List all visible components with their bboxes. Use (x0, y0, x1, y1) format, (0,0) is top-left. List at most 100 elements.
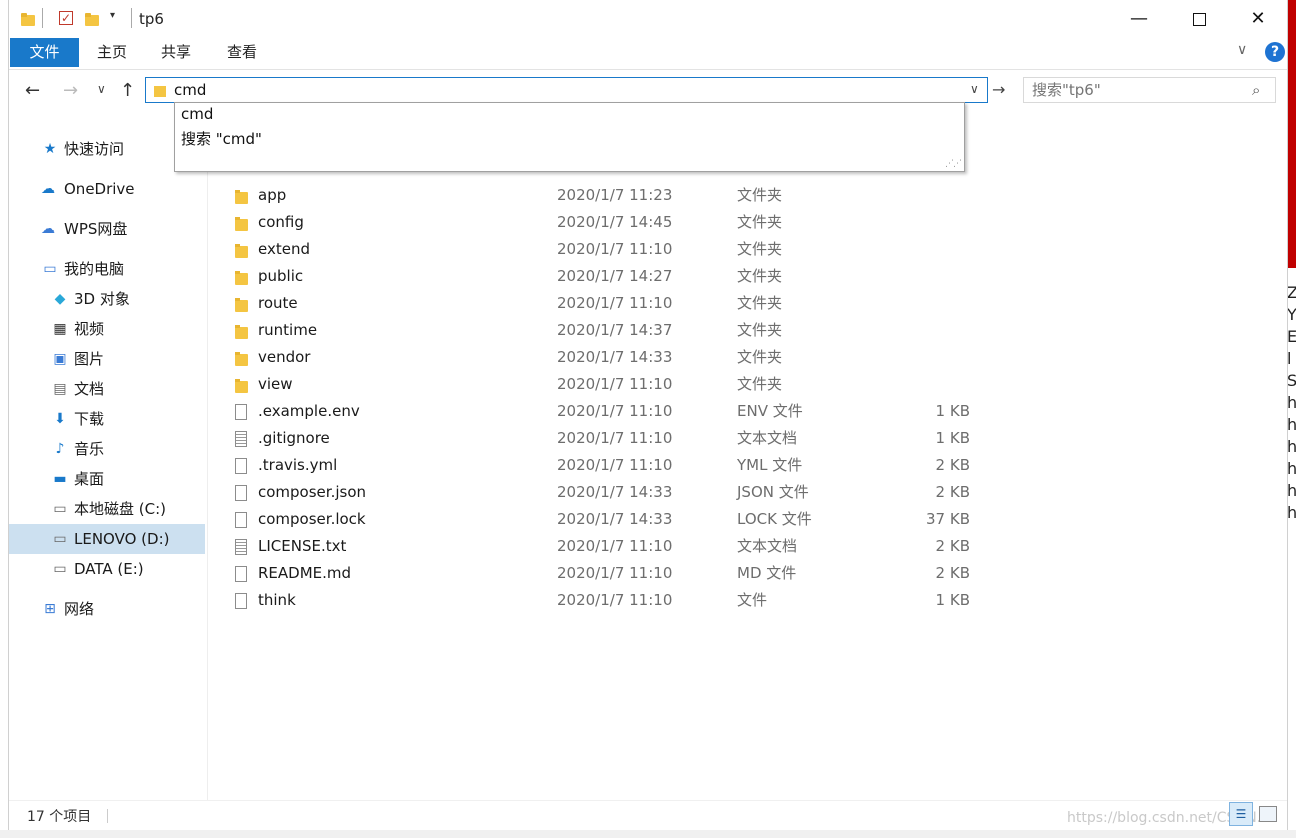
quick-access-separator (131, 8, 132, 28)
sidebar-item-this-pc[interactable]: ▭ 我的电脑 (9, 254, 205, 284)
search-box[interactable]: ⌕ (1023, 77, 1276, 103)
file-name: .example.env (258, 402, 360, 420)
autocomplete-item[interactable]: cmd (181, 105, 213, 123)
back-arrow-icon[interactable]: ← (25, 80, 40, 101)
file-row[interactable]: .gitignore 2020/1/7 11:10 文本文档 1 KB (208, 425, 988, 452)
address-bar[interactable]: ∨ (145, 77, 988, 103)
picture-icon: ▣ (53, 351, 67, 367)
file-name: public (258, 267, 304, 285)
file-row[interactable]: LICENSE.txt 2020/1/7 11:10 文本文档 2 KB (208, 533, 988, 560)
sidebar-item-drive-e[interactable]: ▭ DATA (E:) (9, 554, 205, 584)
sidebar-item-music[interactable]: ♪ 音乐 (9, 434, 205, 464)
file-type: 文件夹 (737, 267, 783, 285)
recent-locations-chevron-icon[interactable]: ∨ (97, 82, 106, 96)
autocomplete-item[interactable]: 搜索 "cmd" (181, 128, 262, 149)
address-input[interactable] (174, 78, 954, 102)
file-name: route (258, 294, 298, 312)
sidebar-item-desktop[interactable]: ▬ 桌面 (9, 464, 205, 494)
file-size: 1 KB (935, 591, 970, 609)
quick-access-dropdown-icon[interactable]: ▾ (110, 10, 115, 21)
search-input[interactable] (1032, 78, 1232, 102)
sidebar-item-documents[interactable]: ▤ 文档 (9, 374, 205, 404)
folder-icon (235, 188, 249, 204)
file-row[interactable]: vendor 2020/1/7 14:33 文件夹 (208, 344, 988, 371)
drive-icon: ▭ (53, 531, 67, 547)
desktop-icon: ▬ (53, 471, 67, 487)
network-icon: ⊞ (44, 601, 56, 617)
drive-icon: ▭ (53, 561, 67, 577)
file-row[interactable]: think 2020/1/7 11:10 文件 1 KB (208, 587, 988, 614)
background-letter: h (1287, 481, 1296, 500)
resize-grip-icon[interactable]: ⋰⋰ (945, 159, 962, 169)
forward-arrow-icon[interactable]: → (63, 80, 78, 101)
new-folder-icon[interactable] (85, 12, 99, 26)
file-icon (235, 566, 247, 582)
file-date: 2020/1/7 14:37 (557, 321, 673, 339)
ribbon-tabs: 文件 主页 共享 查看 ∨ ? (9, 38, 1287, 70)
file-row[interactable]: README.md 2020/1/7 11:10 MD 文件 2 KB (208, 560, 988, 587)
file-row[interactable]: runtime 2020/1/7 14:37 文件夹 (208, 317, 988, 344)
file-name: runtime (258, 321, 318, 339)
search-icon[interactable]: ⌕ (1252, 81, 1260, 99)
file-row[interactable]: view 2020/1/7 11:10 文件夹 (208, 371, 988, 398)
close-button[interactable]: ✕ (1235, 0, 1281, 38)
large-icons-view-icon[interactable] (1259, 806, 1277, 822)
details-view-icon[interactable]: ☰ (1229, 802, 1253, 826)
maximize-button[interactable] (1176, 0, 1222, 38)
sidebar-item-drive-d[interactable]: ▭ LENOVO (D:) (9, 524, 205, 554)
film-icon: ▦ (53, 321, 67, 337)
file-date: 2020/1/7 11:10 (557, 240, 673, 258)
help-icon[interactable]: ? (1265, 42, 1285, 62)
drive-icon: ▭ (53, 501, 67, 517)
tab-view[interactable]: 查看 (215, 38, 269, 67)
file-row[interactable]: config 2020/1/7 14:45 文件夹 (208, 209, 988, 236)
tab-file[interactable]: 文件 (10, 38, 79, 67)
file-row[interactable]: .travis.yml 2020/1/7 11:10 YML 文件 2 KB (208, 452, 988, 479)
go-arrow-icon[interactable]: → (992, 77, 1010, 103)
file-row[interactable]: composer.lock 2020/1/7 14:33 LOCK 文件 37 KB (208, 506, 988, 533)
file-icon (235, 512, 247, 528)
minimize-button[interactable]: — (1116, 0, 1162, 38)
file-row[interactable]: extend 2020/1/7 11:10 文件夹 (208, 236, 988, 263)
sidebar-item-wps-drive[interactable]: ☁ WPS网盘 (9, 214, 205, 244)
file-name: config (258, 213, 304, 231)
sidebar-item-videos[interactable]: ▦ 视频 (9, 314, 205, 344)
properties-checkmark-icon[interactable]: ✓ (59, 11, 73, 25)
file-date: 2020/1/7 14:33 (557, 348, 673, 366)
document-icon: ▤ (53, 381, 67, 397)
file-type: 文件夹 (737, 186, 783, 204)
file-name: app (258, 186, 287, 204)
file-row[interactable]: composer.json 2020/1/7 14:33 JSON 文件 2 KB (208, 479, 988, 506)
sidebar-item-network[interactable]: ⊞ 网络 (9, 594, 205, 624)
up-arrow-icon[interactable]: ↑ (120, 80, 135, 101)
file-row[interactable]: app 2020/1/7 11:23 文件夹 (208, 182, 988, 209)
tab-share[interactable]: 共享 (149, 38, 203, 67)
folder-icon (235, 215, 249, 231)
file-row[interactable]: public 2020/1/7 14:27 文件夹 (208, 263, 988, 290)
explorer-window: ✓ ▾ tp6 — ✕ 文件 主页 共享 查看 ∨ ? ← → ∨ ↑ ∨ → … (8, 0, 1288, 830)
address-history-chevron-icon[interactable]: ∨ (970, 82, 979, 96)
expand-ribbon-chevron-icon[interactable]: ∨ (1237, 42, 1247, 58)
file-name: .gitignore (258, 429, 330, 447)
cube-icon: ◆ (54, 291, 66, 307)
file-date: 2020/1/7 11:23 (557, 186, 673, 204)
sidebar-item-onedrive[interactable]: ☁ OneDrive (9, 174, 205, 204)
file-list: app 2020/1/7 11:23 文件夹 config 2020/1/7 14:45… (208, 120, 1287, 800)
title-bar: ✓ ▾ tp6 — ✕ (9, 0, 1287, 38)
file-date: 2020/1/7 11:10 (557, 375, 673, 393)
file-icon (235, 458, 247, 474)
music-icon: ♪ (55, 441, 65, 457)
sidebar-item-pictures[interactable]: ▣ 图片 (9, 344, 205, 374)
file-type: 文件 (737, 591, 768, 609)
sidebar-item-drive-c[interactable]: ▭ 本地磁盘 (C:) (9, 494, 205, 524)
file-row[interactable]: .example.env 2020/1/7 11:10 ENV 文件 1 KB (208, 398, 988, 425)
tab-home[interactable]: 主页 (85, 38, 139, 67)
file-type: 文件夹 (737, 321, 783, 339)
file-row[interactable]: route 2020/1/7 11:10 文件夹 (208, 290, 988, 317)
sidebar-item-downloads[interactable]: ⬇ 下载 (9, 404, 205, 434)
download-icon: ⬇ (54, 411, 66, 427)
sidebar-item-3d-objects[interactable]: ◆ 3D 对象 (9, 284, 205, 314)
file-name: extend (258, 240, 310, 258)
file-name: README.md (258, 564, 352, 582)
file-date: 2020/1/7 11:10 (557, 456, 673, 474)
